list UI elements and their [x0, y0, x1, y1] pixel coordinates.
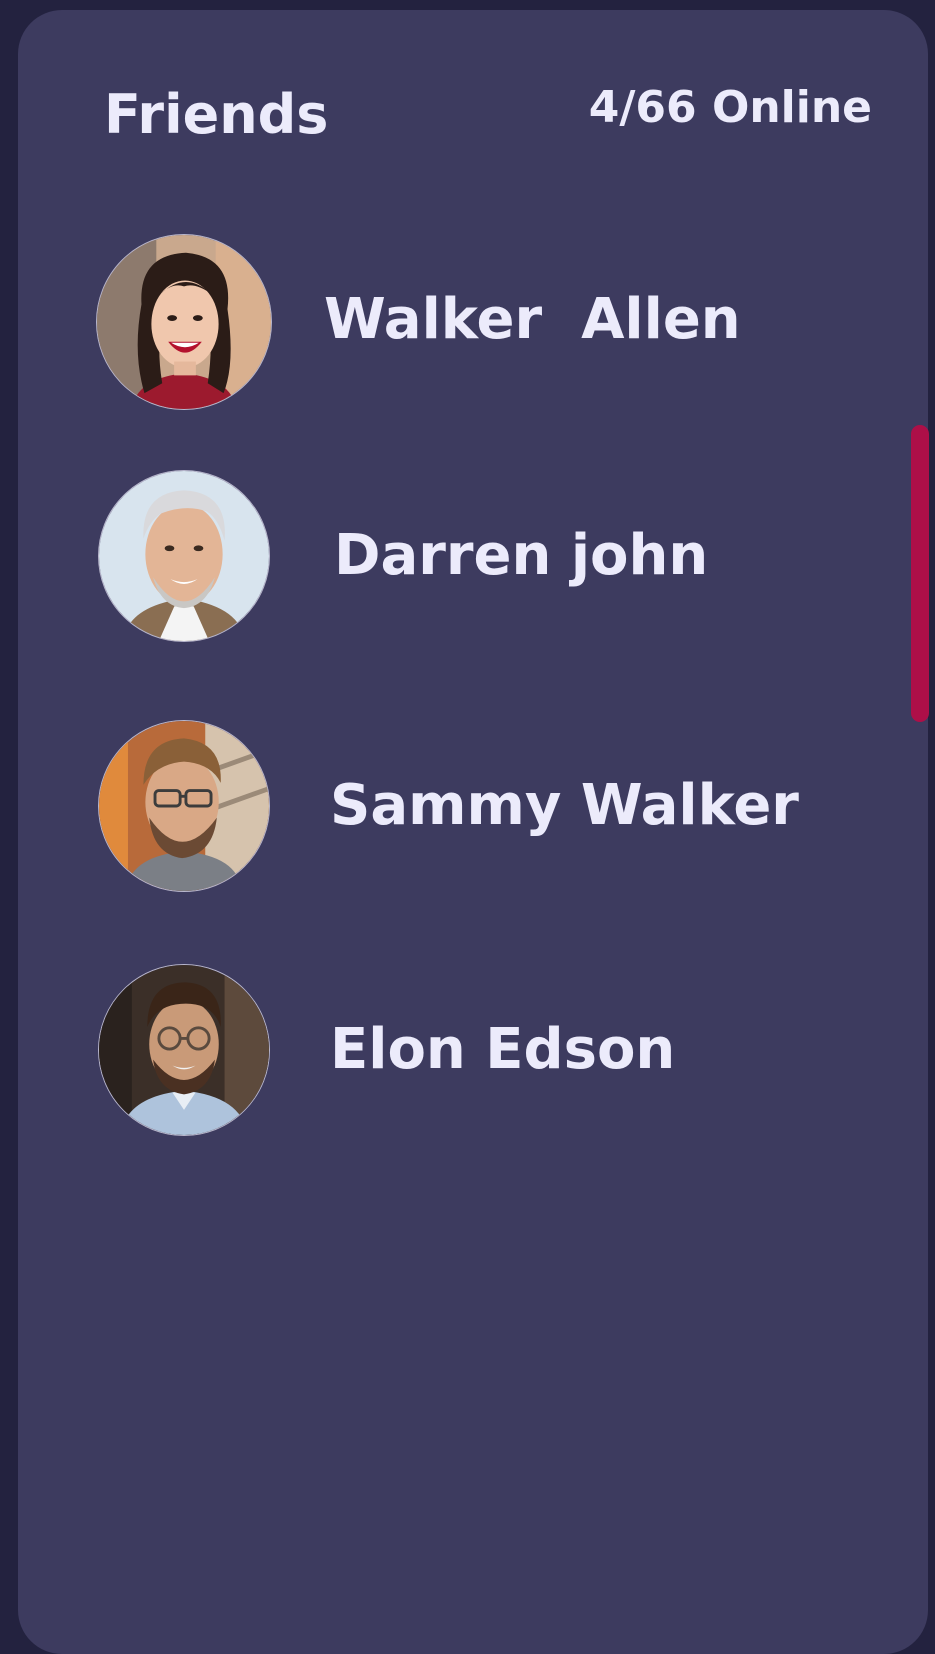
friend-list-item[interactable]: Walker Allen — [18, 224, 878, 414]
avatar[interactable] — [96, 234, 272, 410]
avatar[interactable] — [98, 720, 270, 892]
friends-panel: Friends 4/66 Online Walker Allen Darren … — [18, 10, 929, 1654]
scrollbar[interactable] — [911, 425, 929, 722]
friend-list-item[interactable]: Elon Edson — [18, 954, 878, 1144]
avatar[interactable] — [98, 964, 270, 1136]
avatar-photo — [99, 965, 269, 1135]
friend-name: Elon Edson — [330, 1017, 676, 1082]
avatar-photo — [99, 471, 269, 641]
friend-list-item[interactable]: Sammy Walker — [18, 710, 878, 900]
friend-name: Sammy Walker — [330, 773, 799, 838]
friend-name: Walker Allen — [324, 287, 741, 352]
friend-list-item[interactable]: Darren john — [18, 460, 878, 650]
friend-name: Darren john — [334, 523, 709, 588]
avatar-photo — [97, 235, 271, 409]
online-count: 4/66 Online — [588, 82, 872, 133]
avatar[interactable] — [98, 470, 270, 642]
avatar-photo — [99, 721, 269, 891]
friends-title: Friends — [104, 83, 329, 146]
